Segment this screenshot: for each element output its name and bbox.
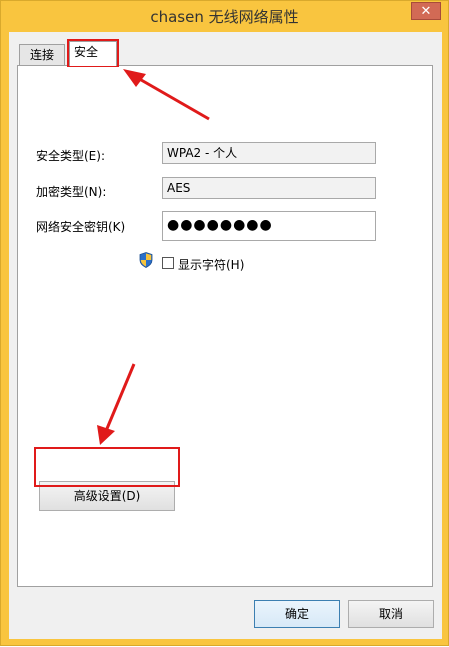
security-type-select[interactable]: WPA2 - 个人 (162, 142, 376, 164)
close-button[interactable]: ✕ (411, 2, 441, 20)
show-characters-checkbox[interactable] (162, 257, 174, 269)
security-type-label: 安全类型(E): (36, 149, 105, 163)
network-key-label: 网络安全密钥(K) (36, 220, 126, 234)
encryption-type-label: 加密类型(N): (36, 185, 107, 199)
network-key-input[interactable]: ●●●●●●●● (162, 211, 376, 241)
shield-icon (139, 252, 153, 268)
tab-connection[interactable]: 连接 (19, 44, 65, 65)
security-panel: 安全类型(E): WPA2 - 个人 加密类型(N): AES 网络安全密钥(K… (17, 65, 433, 587)
dialog-window: chasen 无线网络属性 ✕ 连接 安全 安全类型(E): WPA2 - 个人… (0, 0, 449, 646)
dialog-client: 连接 安全 安全类型(E): WPA2 - 个人 加密类型(N): AES 网络… (9, 32, 442, 639)
security-type-value: WPA2 - 个人 (167, 146, 238, 160)
window-title: chasen 无线网络属性 (150, 8, 299, 26)
close-icon: ✕ (420, 4, 432, 19)
ok-button[interactable]: 确定 (254, 600, 340, 628)
cancel-button[interactable]: 取消 (348, 600, 434, 628)
show-characters-label: 显示字符(H) (178, 258, 245, 272)
encryption-type-select[interactable]: AES (162, 177, 376, 199)
tab-security[interactable]: 安全 (69, 41, 117, 66)
encryption-type-value: AES (167, 181, 191, 195)
advanced-settings-button[interactable]: 高级设置(D) (39, 481, 175, 511)
